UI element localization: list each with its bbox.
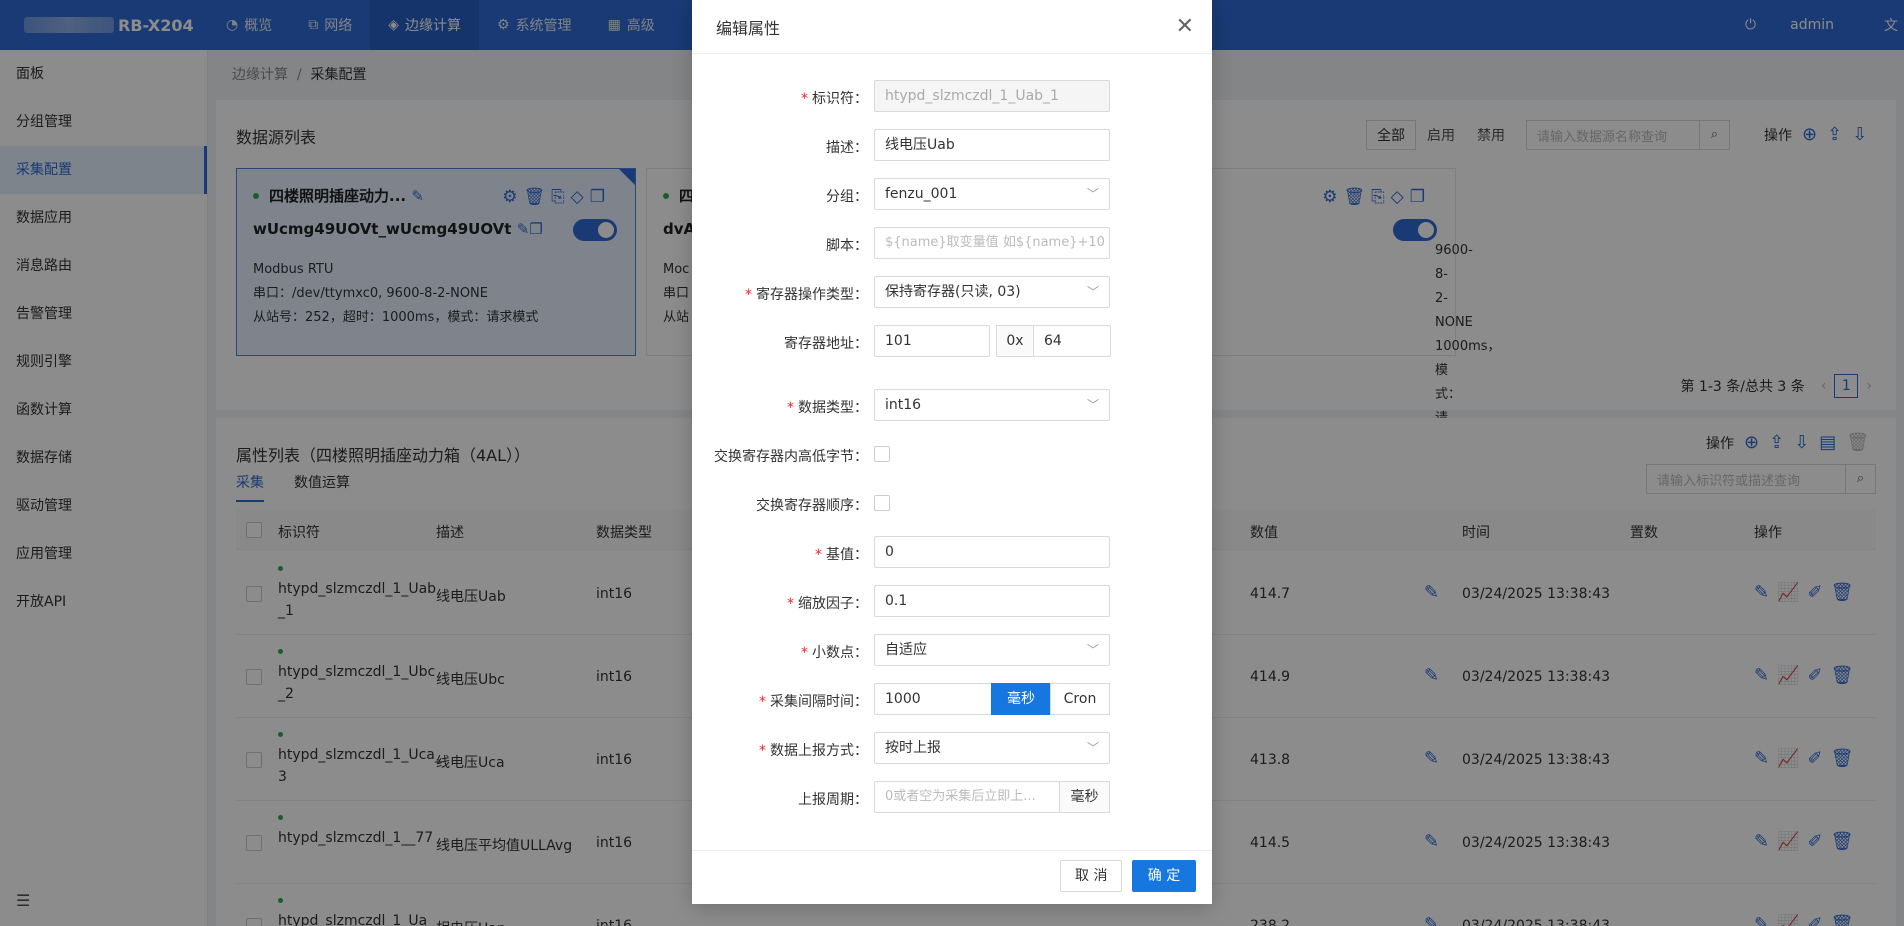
label-decimal: 小数点 — [812, 645, 854, 661]
close-icon[interactable]: ✕ — [1176, 14, 1194, 39]
cancel-button[interactable]: 取 消 — [1060, 860, 1123, 892]
label-reg-addr: 寄存器地址 — [784, 336, 854, 352]
chevron-down-icon: ﹀ — [1086, 643, 1099, 657]
register-hex-field[interactable]: 64 — [1033, 325, 1111, 357]
label-scale: 缩放因子 — [798, 596, 854, 612]
label-interval: 采集间隔时间 — [770, 694, 854, 710]
unit-cron-button[interactable]: Cron — [1050, 683, 1110, 715]
unit-ms-button[interactable]: 毫秒 — [991, 683, 1051, 715]
dialog-title: 编辑属性 — [692, 0, 1212, 54]
register-address-field[interactable]: 101 — [874, 325, 990, 357]
label-report-period: 上报周期 — [798, 792, 854, 808]
label-group: 分组 — [826, 189, 854, 205]
label-report-mode: 数据上报方式 — [770, 743, 854, 759]
label-data-type: 数据类型 — [798, 400, 854, 416]
label-desc: 描述 — [826, 140, 854, 156]
decimal-select[interactable]: 自适应 ﹀ — [874, 634, 1110, 666]
report-period-unit: 毫秒 — [1059, 781, 1110, 813]
label-identifier: 标识符 — [812, 91, 854, 107]
base-field[interactable]: 0 — [874, 536, 1110, 568]
desc-field[interactable]: 线电压Uab — [874, 129, 1110, 161]
confirm-button[interactable]: 确 定 — [1132, 860, 1196, 892]
report-period-field[interactable]: 0或者空为采集后立即上... — [874, 781, 1060, 813]
swap-bytes-checkbox[interactable] — [874, 446, 890, 462]
script-field[interactable]: ${name}取变量值 如${name}+10 — [874, 227, 1110, 259]
swap-order-checkbox[interactable] — [874, 495, 890, 511]
identifier-field: htypd_slzmczdl_1_Uab_1 — [874, 80, 1110, 112]
report-mode-select[interactable]: 按时上报 ﹀ — [874, 732, 1110, 764]
hex-prefix: 0x — [996, 325, 1034, 357]
chevron-down-icon: ﹀ — [1086, 741, 1099, 755]
label-reg-op: 寄存器操作类型 — [756, 287, 854, 303]
register-op-select[interactable]: 保持寄存器(只读, 03) ﹀ — [874, 276, 1110, 308]
edit-attribute-dialog: 编辑属性 ✕ * 标识符： htypd_slzmczdl_1_Uab_1 描述： … — [692, 0, 1212, 904]
chevron-down-icon: ﹀ — [1086, 398, 1099, 412]
interval-field[interactable]: 1000 — [874, 683, 992, 715]
chevron-down-icon: ﹀ — [1086, 285, 1099, 299]
label-swap-order: 交换寄存器顺序 — [756, 498, 854, 514]
label-swap-bytes: 交换寄存器内高低字节 — [714, 449, 854, 465]
label-base: 基值 — [826, 547, 854, 563]
chevron-down-icon: ﹀ — [1086, 187, 1099, 201]
group-select[interactable]: fenzu_001 ﹀ — [874, 178, 1110, 210]
label-script: 脚本 — [826, 238, 854, 254]
data-type-select[interactable]: int16 ﹀ — [874, 389, 1110, 421]
scale-field[interactable]: 0.1 — [874, 585, 1110, 617]
